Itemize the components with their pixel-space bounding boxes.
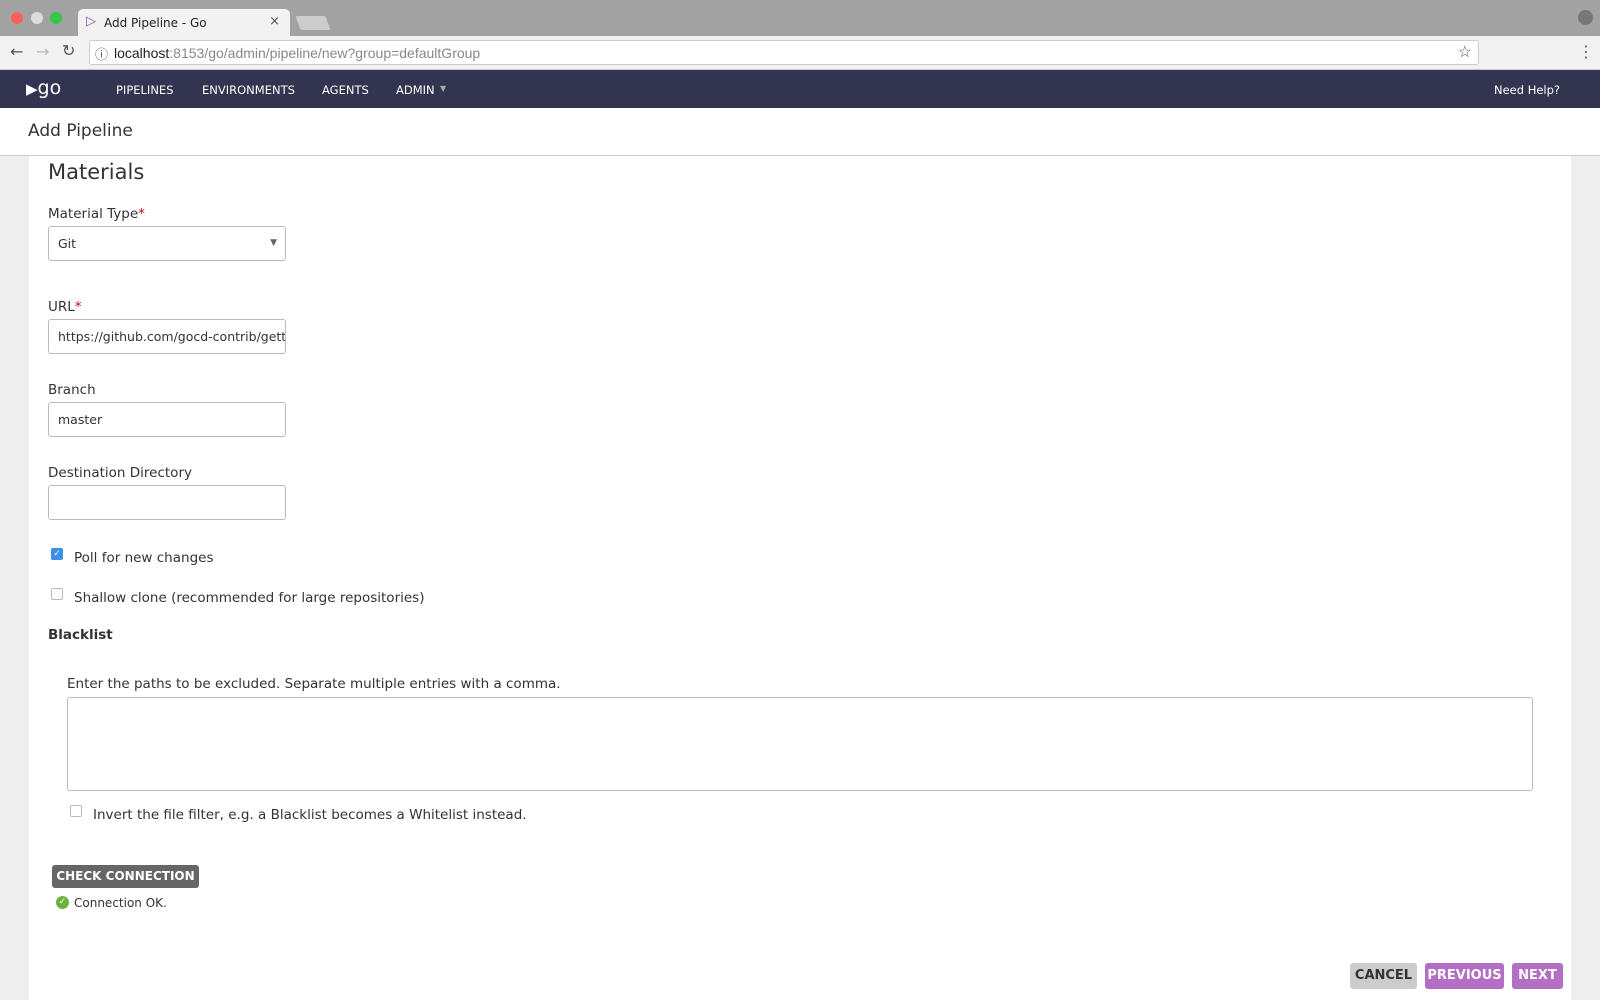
section-title: Materials <box>48 160 145 184</box>
blacklist-heading: Blacklist <box>48 627 113 643</box>
poll-label: Poll for new changes <box>74 550 214 566</box>
url-label: URL* <box>48 299 82 315</box>
nav-environments[interactable]: ENVIRONMENTS <box>202 83 295 97</box>
previous-button[interactable]: PREVIOUS <box>1425 963 1504 989</box>
go-logo[interactable]: ▶go <box>26 77 61 99</box>
branch-input[interactable]: master <box>48 402 286 437</box>
nav-agents[interactable]: AGENTS <box>322 83 369 97</box>
invert-filter-label: Invert the file filter, e.g. a Blacklist… <box>93 807 527 823</box>
close-tab-icon[interactable]: × <box>269 14 280 29</box>
cancel-button[interactable]: CANCEL <box>1350 963 1417 989</box>
reload-icon[interactable]: ↻ <box>62 41 75 60</box>
nav-admin[interactable]: ADMIN <box>396 83 435 97</box>
shallow-clone-checkbox[interactable] <box>51 588 63 600</box>
tab-title: Add Pipeline - Go <box>104 16 207 30</box>
need-help-link[interactable]: Need Help? <box>1494 83 1560 97</box>
url-bar[interactable]: ⓘ localhost:8153/go/admin/pipeline/new?g… <box>89 40 1479 65</box>
back-icon[interactable]: ← <box>10 42 23 61</box>
material-type-select[interactable]: Git ▼ <box>48 226 286 261</box>
new-tab-button[interactable] <box>295 16 331 30</box>
page-title: Add Pipeline <box>28 121 133 141</box>
chevron-down-icon: ▼ <box>440 84 447 93</box>
destination-input[interactable] <box>48 485 286 520</box>
blacklist-help: Enter the paths to be excluded. Separate… <box>67 676 561 692</box>
connection-status: Connection OK. <box>74 896 167 910</box>
browser-tab[interactable]: ▷ Add Pipeline - Go × <box>78 9 290 36</box>
poll-checkbox[interactable]: ✓ <box>51 548 63 560</box>
logo-text: go <box>37 77 62 99</box>
url-host: localhost <box>114 45 170 61</box>
maximize-window-button[interactable] <box>50 12 62 24</box>
menu-kebab-icon[interactable]: ⋮ <box>1578 42 1594 61</box>
shallow-clone-label: Shallow clone (recommended for large rep… <box>74 590 425 606</box>
materials-panel <box>29 156 1571 1000</box>
go-favicon-icon: ▷ <box>86 14 96 29</box>
blacklist-textarea[interactable] <box>67 697 1533 791</box>
url-path: :8153/go/admin/pipeline/new?group=defaul… <box>169 45 481 61</box>
top-nav: ▶go PIPELINES ENVIRONMENTS AGENTS ADMIN … <box>0 70 1600 108</box>
bookmark-star-icon[interactable]: ☆ <box>1458 42 1472 62</box>
material-type-label: Material Type* <box>48 206 145 222</box>
branch-label: Branch <box>48 382 96 398</box>
next-button[interactable]: NEXT <box>1512 963 1563 989</box>
close-window-button[interactable] <box>11 12 23 24</box>
info-icon: ⓘ <box>95 47 109 62</box>
invert-filter-checkbox[interactable] <box>70 805 82 817</box>
minimize-window-button[interactable] <box>31 12 43 24</box>
dropdown-arrow-icon: ▼ <box>270 238 277 248</box>
forward-icon[interactable]: → <box>36 42 49 61</box>
url-input[interactable]: https://github.com/gocd-contrib/getting-… <box>48 319 286 354</box>
check-circle-icon: ✓ <box>56 896 69 909</box>
check-connection-button[interactable]: CHECK CONNECTION <box>52 865 199 888</box>
destination-label: Destination Directory <box>48 465 192 481</box>
page-header: Add Pipeline <box>0 108 1600 156</box>
nav-pipelines[interactable]: PIPELINES <box>116 83 174 97</box>
profile-icon[interactable] <box>1578 10 1593 25</box>
